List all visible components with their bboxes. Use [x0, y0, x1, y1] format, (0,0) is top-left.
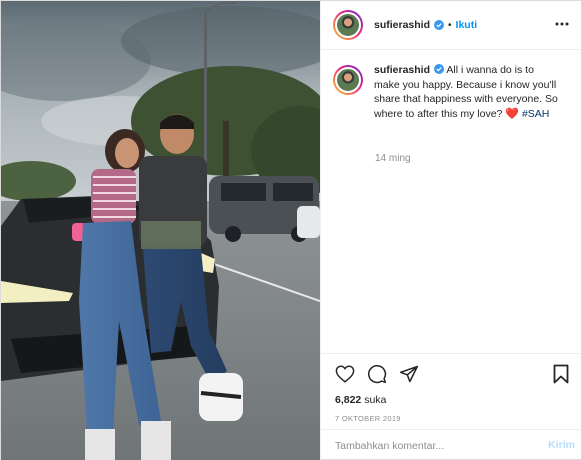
more-options-button[interactable] — [551, 13, 573, 35]
post-date: 7 OKTOBER 2019 — [335, 414, 401, 423]
couple-car-photo — [1, 1, 320, 460]
post-photo[interactable] — [1, 1, 320, 460]
comment-button[interactable] — [365, 362, 389, 386]
caption-text: sufierashid All i wanna do is to make yo… — [374, 63, 560, 121]
profile-avatar-ring[interactable] — [333, 10, 363, 40]
post-sidebar: sufierashid • Ikuti sufierashid All i wa… — [320, 1, 582, 460]
share-icon — [399, 365, 419, 383]
heart-emoji: ❤️ — [505, 107, 520, 120]
hashtag-link[interactable]: #SAH — [522, 108, 549, 120]
caption-row: sufierashid All i wanna do is to make yo… — [333, 63, 573, 121]
more-horizontal-icon — [555, 22, 569, 26]
likes-number: 6,822 — [335, 394, 362, 406]
action-bar — [321, 354, 582, 394]
like-button[interactable] — [333, 362, 357, 386]
likes-label: suka — [364, 394, 387, 406]
actions-area: 6,822 suka 7 OKTOBER 2019 — [321, 353, 582, 423]
comment-icon — [368, 365, 387, 384]
verified-badge-icon — [434, 20, 445, 30]
post-header: sufierashid • Ikuti — [321, 1, 582, 50]
header-separator: • — [448, 19, 452, 31]
save-button[interactable] — [549, 362, 573, 386]
header-username[interactable]: sufierashid — [374, 19, 430, 31]
likes-count[interactable]: 6,822 suka — [321, 394, 582, 406]
avatar — [335, 67, 361, 93]
caption-avatar-ring[interactable] — [333, 65, 363, 95]
heart-icon — [335, 365, 355, 383]
follow-button[interactable]: Ikuti — [456, 19, 478, 31]
avatar — [335, 12, 361, 38]
comment-box: Kirim — [321, 429, 582, 460]
instagram-post: sufierashid • Ikuti sufierashid All i wa… — [0, 0, 582, 460]
comment-input[interactable] — [335, 439, 535, 452]
verified-badge-icon — [434, 64, 445, 74]
caption-time[interactable]: 14 ming — [375, 153, 411, 164]
bookmark-icon — [553, 364, 569, 384]
share-button[interactable] — [397, 362, 421, 386]
caption-username[interactable]: sufierashid — [374, 64, 430, 76]
post-comment-button[interactable]: Kirim — [548, 439, 575, 451]
